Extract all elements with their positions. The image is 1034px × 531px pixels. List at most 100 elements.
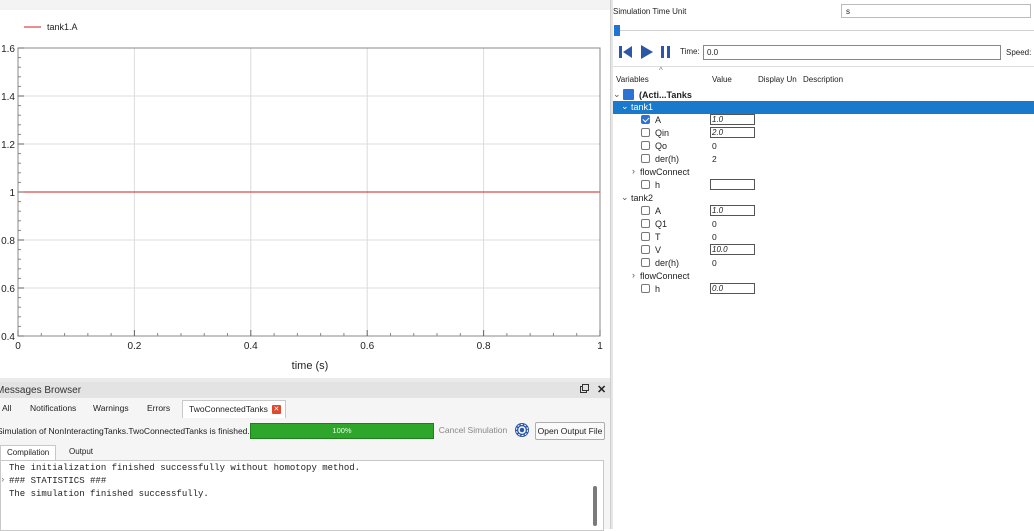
x-axis-title: time (s) <box>292 360 329 372</box>
sort-indicator-icon: ^ <box>659 66 663 75</box>
x-tick-label: 0.2 <box>127 341 141 352</box>
pause-icon[interactable] <box>659 45 673 61</box>
variable-checkbox[interactable] <box>641 180 650 189</box>
variable-checkbox[interactable] <box>641 206 650 215</box>
chevron-down-icon[interactable]: ⌄ <box>621 101 629 112</box>
variable-name: h <box>655 180 661 190</box>
variable-checkbox[interactable] <box>641 245 650 254</box>
tab-warnings[interactable]: Warnings <box>87 400 135 417</box>
close-icon[interactable]: ✕ <box>597 383 606 396</box>
column-header-variables[interactable]: Variables <box>616 75 649 84</box>
cancel-simulation-button[interactable]: Cancel Simulation <box>437 422 509 438</box>
tree-row-flowconnect[interactable]: › flowConnect <box>613 166 1034 179</box>
tree-flowconnect-label: flowConnect <box>640 167 690 177</box>
variable-name: V <box>655 245 662 255</box>
tab-twoconnectedtanks[interactable]: TwoConnectedTanks ✕ <box>182 400 286 418</box>
output-scrollbar[interactable] <box>593 486 597 526</box>
messages-title: Messages Browser <box>0 385 82 396</box>
tree-row-variable[interactable]: Q1 0 <box>613 218 1034 231</box>
tree-row-variable[interactable]: A 1.0 <box>613 114 1034 127</box>
variable-value-input[interactable]: 2.0 <box>710 127 755 138</box>
tree-flowconnect-label: flowConnect <box>640 271 690 281</box>
tree-row-variable[interactable]: V 10.0 <box>613 244 1034 257</box>
tree-row-variable[interactable]: h 0.0 <box>613 283 1034 296</box>
plot-axes: 0 0.2 0.4 0.6 0.8 1 0.4 0.6 0.8 1 1.2 1.4 1.6 <box>1 44 603 352</box>
column-header-value[interactable]: Value <box>712 75 732 84</box>
tab-notifications[interactable]: Notifications <box>24 400 82 417</box>
tree-row-variable[interactable]: T0 <box>613 231 1034 244</box>
y-tick-label: 1.4 <box>1 92 15 103</box>
open-output-file-button[interactable]: Open Output File <box>535 422 605 440</box>
plot-chart: 0 0.2 0.4 0.6 0.8 1 0.4 0.6 0.8 1 1.2 1.4 1.6 tank1.… <box>1 22 603 372</box>
variable-checkbox[interactable] <box>641 141 650 150</box>
tree-row-tank1[interactable]: ⌄ tank1 <box>613 101 1034 114</box>
output-log[interactable]: The initialization finished successfully… <box>0 460 604 531</box>
column-header-display-unit[interactable]: Display Un <box>758 75 797 84</box>
y-tick-label: 1.6 <box>1 44 15 55</box>
tree-row-variable[interactable]: der(h) 2 <box>613 153 1034 166</box>
float-icon[interactable] <box>580 384 589 396</box>
time-input[interactable]: 0.0 <box>703 45 1001 60</box>
x-tick-label: 1 <box>597 341 603 352</box>
simulation-status-row: Simulation of NonInteractingTanks.TwoCon… <box>0 422 610 442</box>
subtab-compilation[interactable]: Compilation <box>0 445 57 460</box>
tree-row-variable[interactable]: Qo 0 <box>613 140 1034 153</box>
variable-name: Qin <box>655 128 670 138</box>
variable-value: 2 <box>712 154 717 164</box>
time-slider-handle[interactable] <box>614 25 620 36</box>
x-tick-label: 0.8 <box>477 341 491 352</box>
subtab-output[interactable]: Output <box>63 445 99 459</box>
tree-row-variable[interactable]: Qin 2.0 <box>613 127 1034 140</box>
variable-checkbox[interactable] <box>641 115 650 124</box>
messages-browser: Messages Browser ✕ All Notifications War… <box>0 382 610 531</box>
variable-checkbox[interactable] <box>641 154 650 163</box>
variables-browser: Simulation Time Unit s Time: 0.0 Speed: … <box>613 0 1034 529</box>
variable-checkbox[interactable] <box>641 128 650 137</box>
variable-name: T <box>655 232 661 242</box>
variable-checkbox[interactable] <box>641 258 650 267</box>
tree-row-flowconnect[interactable]: › flowConnect <box>613 270 1034 283</box>
progress-label: 100% <box>332 426 352 435</box>
tree-row-variable[interactable]: A 1.0 <box>613 205 1034 218</box>
column-header-description[interactable]: Description <box>803 75 843 84</box>
expand-chevron-icon[interactable]: › <box>0 475 5 485</box>
variable-value-input[interactable]: 10.0 <box>710 244 755 255</box>
variable-value-input[interactable]: 1.0 <box>710 205 755 216</box>
re-simulate-icon[interactable] <box>515 423 529 437</box>
variable-value-input[interactable] <box>710 179 755 190</box>
variable-checkbox[interactable] <box>641 219 650 228</box>
x-tick-label: 0.4 <box>244 341 258 352</box>
tab-errors[interactable]: Errors <box>141 400 176 417</box>
variable-checkbox[interactable] <box>641 232 650 241</box>
tree-row-variable[interactable]: der(h) 0 <box>613 257 1034 270</box>
y-tick-label: 0.8 <box>1 236 15 247</box>
tab-close-icon[interactable]: ✕ <box>271 405 281 414</box>
tree-row-tank2[interactable]: ⌄ tank2 <box>613 192 1034 205</box>
variable-value-input[interactable]: 1.0 <box>710 114 755 125</box>
tree-row-variable[interactable]: h <box>613 179 1034 192</box>
chevron-right-icon[interactable]: › <box>632 270 635 280</box>
time-label: Time: <box>680 47 700 56</box>
chevron-down-icon[interactable]: ⌄ <box>621 192 629 203</box>
rewind-icon[interactable] <box>618 45 634 61</box>
tab-all[interactable]: All <box>0 400 17 417</box>
y-tick-label: 1.2 <box>1 140 15 151</box>
x-tick-label: 0 <box>15 341 21 352</box>
plot-legend: tank1.A <box>24 22 78 32</box>
variable-checkbox[interactable] <box>641 284 650 293</box>
variable-value: 0 <box>712 141 717 151</box>
tree-root-label: (Acti...Tanks <box>639 90 692 100</box>
chevron-right-icon[interactable]: › <box>632 166 635 176</box>
time-slider-track[interactable] <box>620 30 1034 31</box>
messages-header: Messages Browser ✕ <box>0 382 610 398</box>
play-icon[interactable] <box>639 45 655 61</box>
plot-panel: 0 0.2 0.4 0.6 0.8 1 0.4 0.6 0.8 1 1.2 1.4 1.6 tank1.… <box>0 10 610 378</box>
variable-name: A <box>655 206 662 216</box>
time-unit-select[interactable]: s <box>841 4 1031 18</box>
legend-label: tank1.A <box>47 22 78 32</box>
time-unit-label: Simulation Time Unit <box>613 7 687 16</box>
variable-value-input[interactable]: 0.0 <box>710 283 755 294</box>
chevron-down-icon[interactable]: ⌄ <box>613 89 621 100</box>
x-tick-label: 0.6 <box>360 341 374 352</box>
output-line: The initialization finished successfully… <box>9 463 361 473</box>
